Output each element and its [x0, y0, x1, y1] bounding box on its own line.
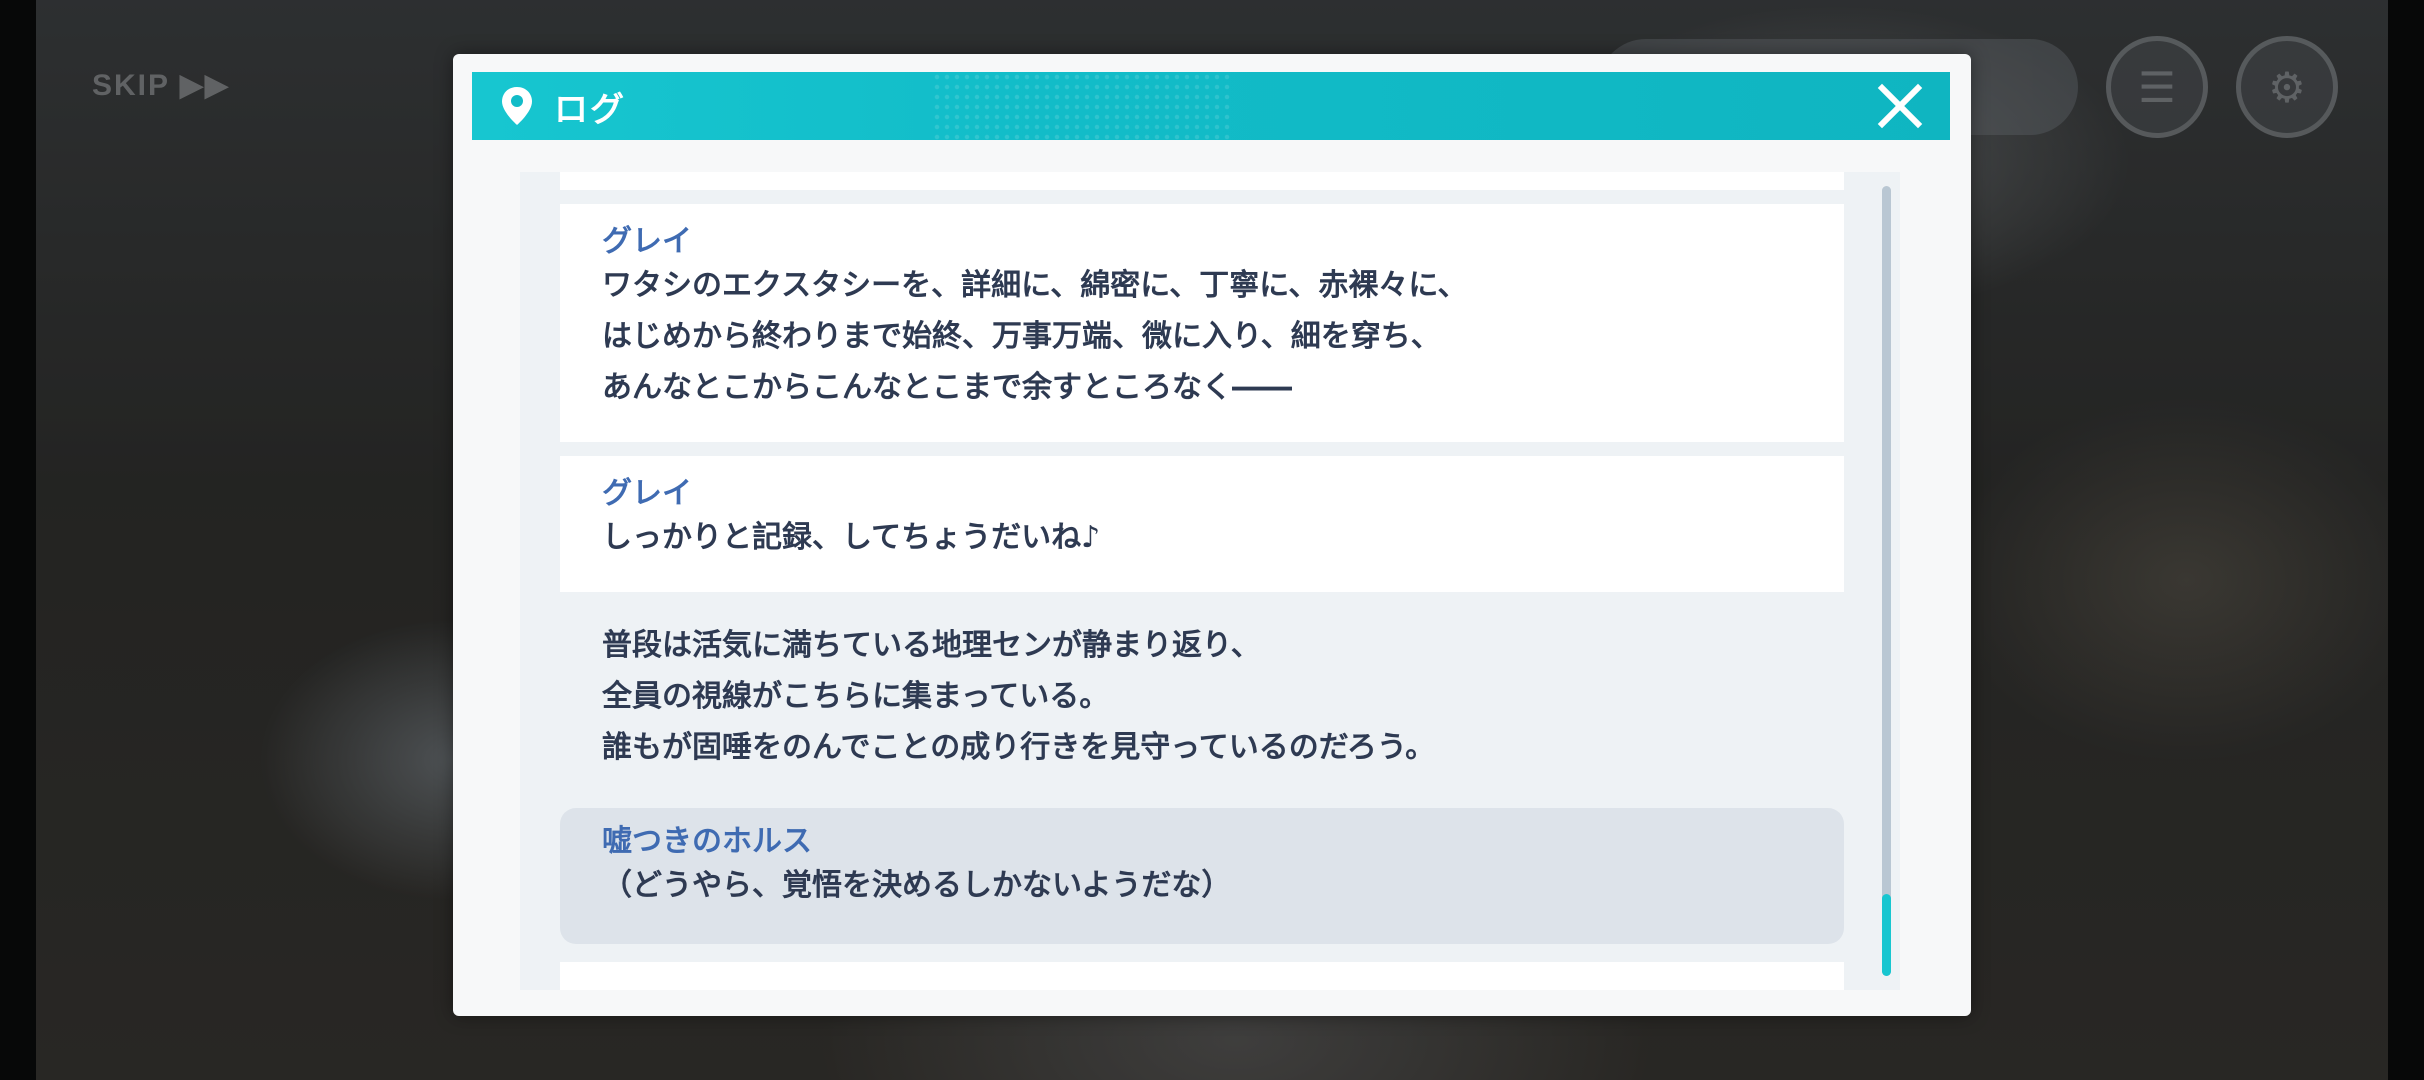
skip-button[interactable]: SKIP ▶▶ — [92, 68, 230, 103]
log-dialog: ログ グレイ ワタシのエクスタシーを、詳細に、綿密に、丁寧に、赤裸々に、 はじめ… — [453, 54, 1971, 1016]
close-icon[interactable] — [1876, 82, 1924, 130]
dialogue-line: しっかりと記録、してちょうだいね♪ — [602, 520, 1101, 555]
scrollbar-track[interactable] — [1882, 186, 1891, 976]
header-dot-pattern — [932, 72, 1232, 140]
dialogue-line: ワタシのエクスタシーを、詳細に、綿密に、丁寧に、赤裸々に、 — [602, 268, 1468, 303]
log-entry: グレイ しっかりと記録、してちょうだいね♪ — [560, 456, 1844, 592]
location-pin-icon — [502, 87, 532, 125]
menu-button[interactable]: ☰ — [2106, 36, 2208, 138]
next-entry-edge — [560, 962, 1844, 990]
speaker-name: 嘘つきのホルス — [602, 824, 812, 859]
scrollbar-thumb[interactable] — [1882, 894, 1891, 976]
gear-icon: ⚙ — [2268, 62, 2306, 112]
dialogue-line: はじめから終わりまで始終、万事万端、微に入り、細を穿ち、 — [602, 319, 1441, 354]
narration-entry: 普段は活気に満ちている地理センが静まり返り、 全員の視線がこちらに集まっている。… — [560, 604, 1844, 774]
log-dialog-title: ログ — [554, 89, 626, 130]
narration-line: 誰もが固唾をのんでことの成り行きを見守っているのだろう。 — [602, 730, 1436, 765]
log-entry-player: 嘘つきのホルス （どうやら、覚悟を決めるしかないようだな） — [560, 808, 1844, 944]
narration-line: 普段は活気に満ちている地理センが静まり返り、 — [602, 628, 1261, 663]
speaker-name: グレイ — [602, 476, 692, 511]
narration-line: 全員の視線がこちらに集まっている。 — [602, 679, 1110, 714]
previous-entry-edge — [560, 172, 1844, 190]
settings-button[interactable]: ⚙ — [2236, 36, 2338, 138]
dialogue-line: あんなとこからこんなとこまで余すところなく―― — [602, 370, 1292, 405]
log-entry: グレイ ワタシのエクスタシーを、詳細に、綿密に、丁寧に、赤裸々に、 はじめから終… — [560, 204, 1844, 442]
log-dialog-header: ログ — [472, 72, 1950, 140]
menu-icon: ☰ — [2138, 62, 2176, 112]
log-scroll-area[interactable]: グレイ ワタシのエクスタシーを、詳細に、綿密に、丁寧に、赤裸々に、 はじめから終… — [520, 172, 1900, 990]
speaker-name: グレイ — [602, 224, 692, 259]
dialogue-line: （どうやら、覚悟を決めるしかないようだな） — [602, 868, 1232, 903]
